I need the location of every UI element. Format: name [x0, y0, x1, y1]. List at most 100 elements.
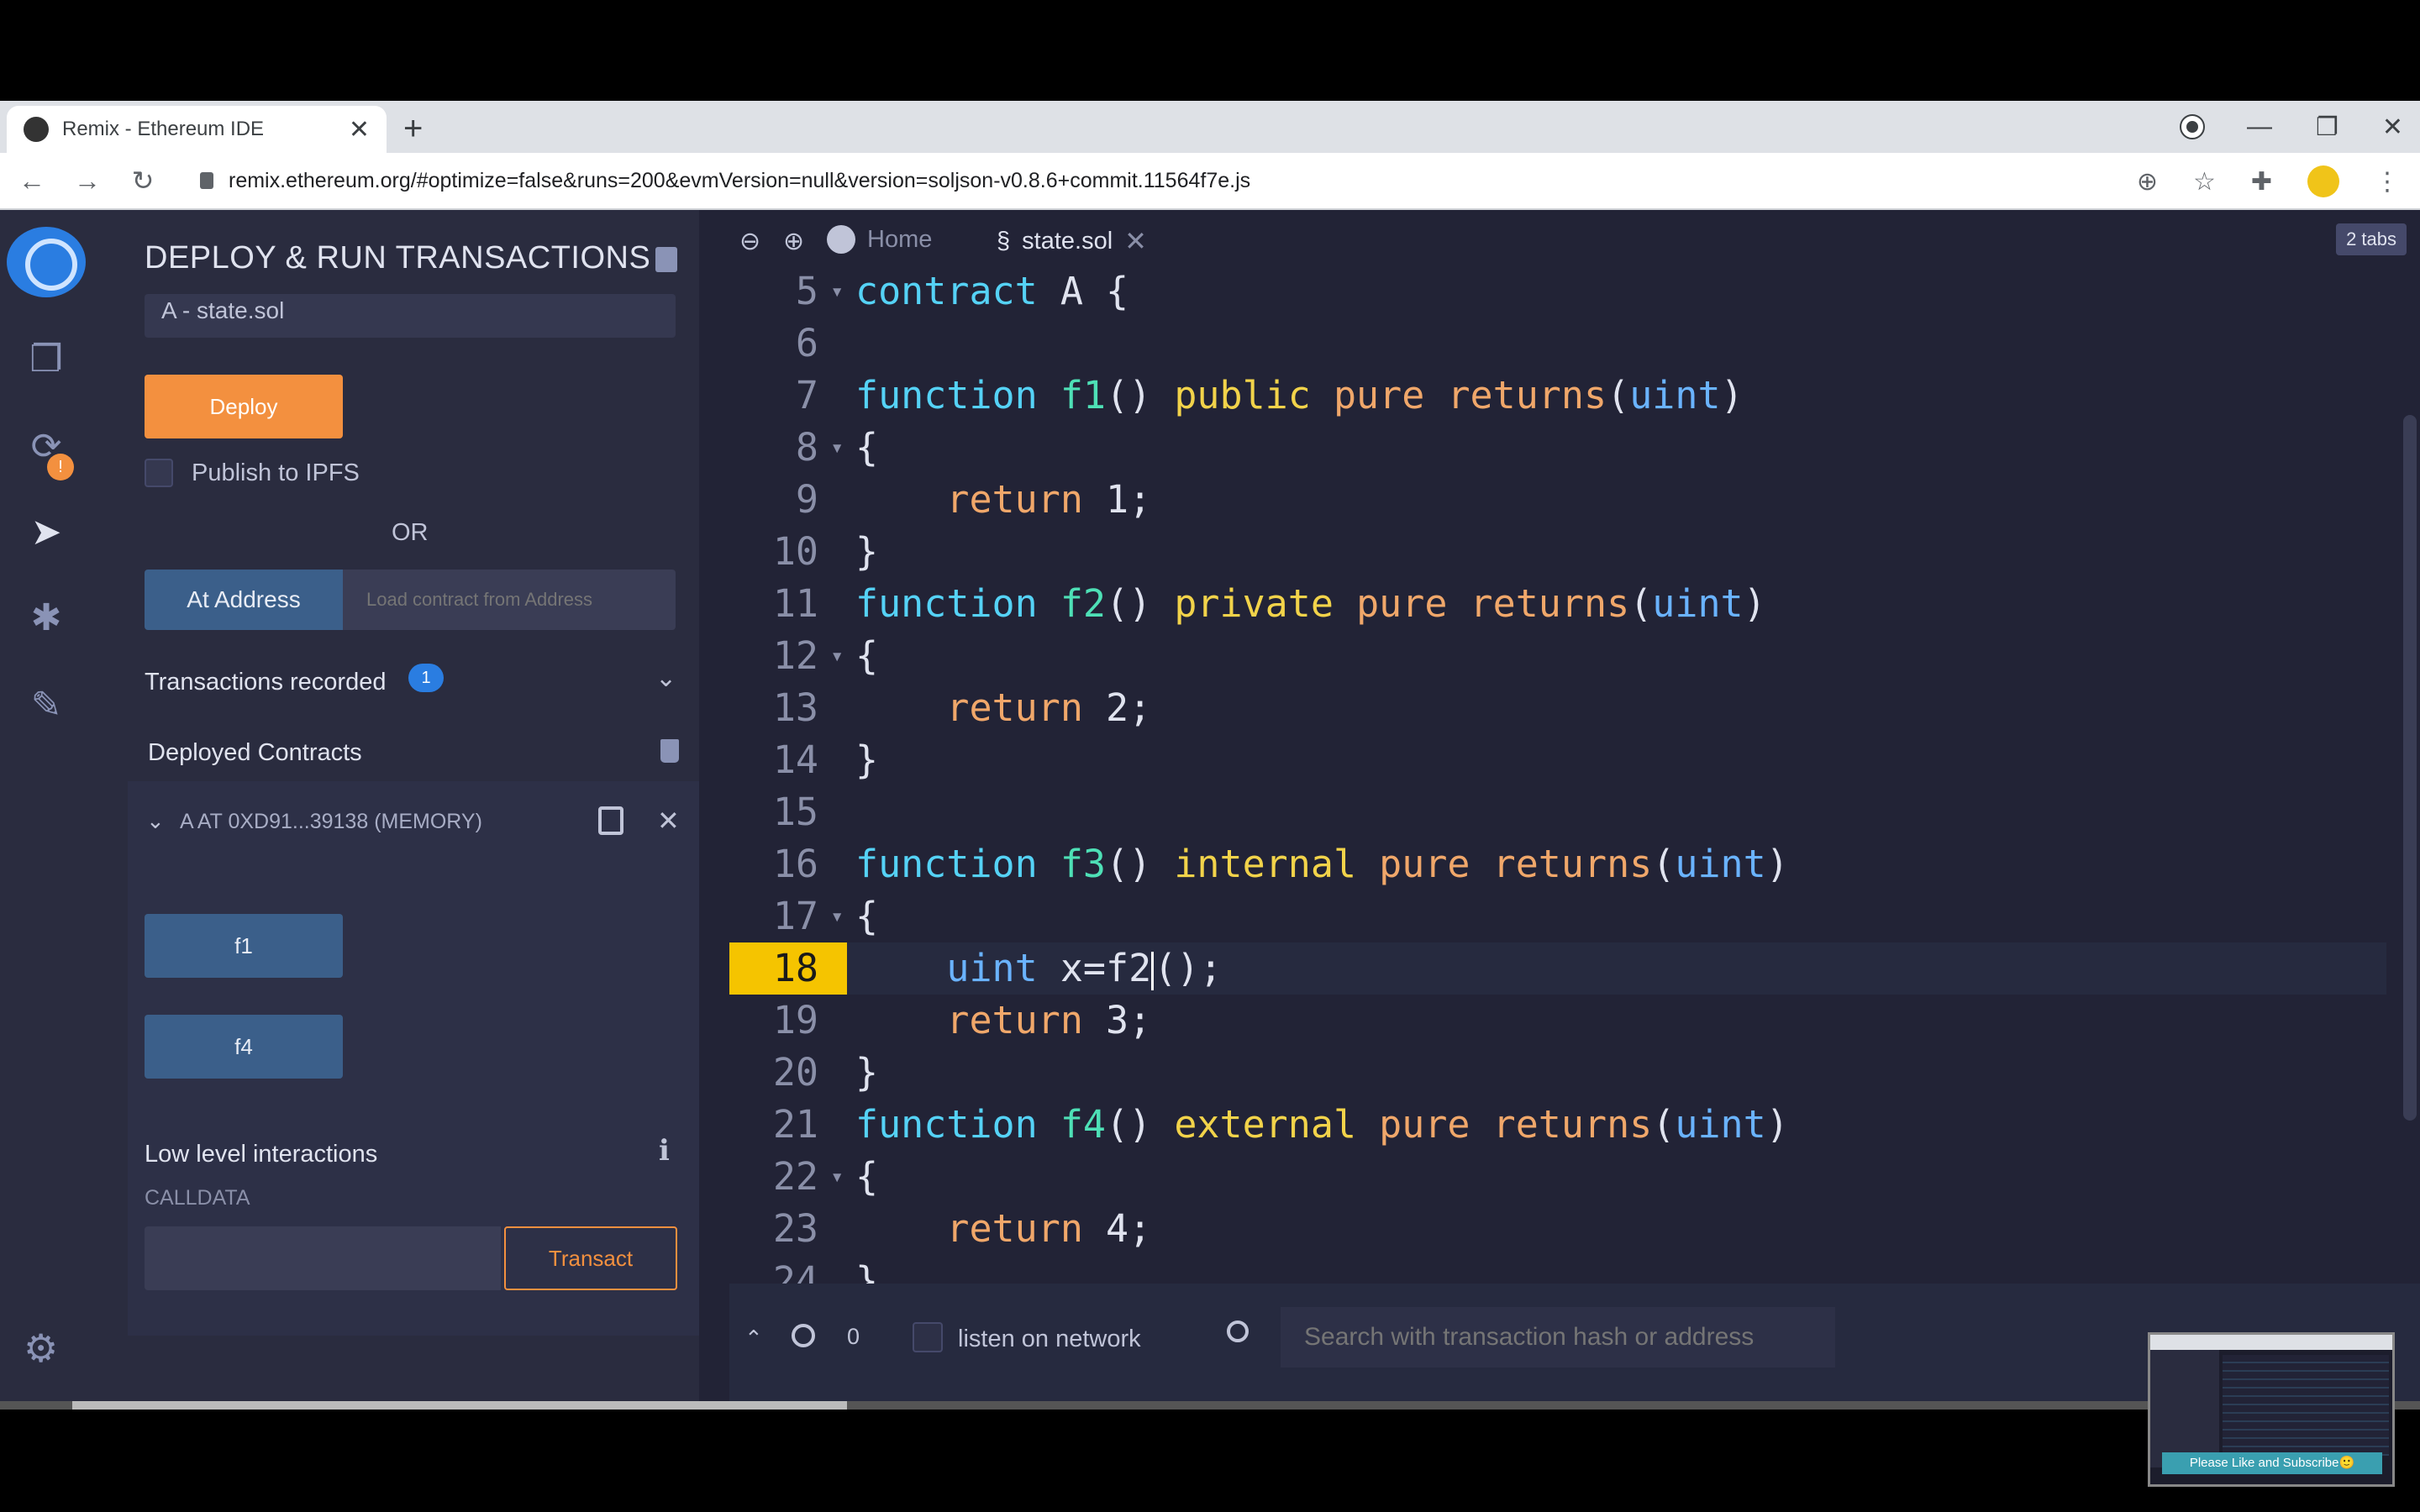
code-token: (); [1154, 946, 1223, 990]
code-line[interactable]: 19 return 3; [729, 995, 2386, 1047]
expand-terminal-icon[interactable]: ⌃ [744, 1326, 763, 1352]
info-icon[interactable]: ℹ [659, 1134, 670, 1168]
publish-ipfs-checkbox[interactable] [145, 459, 173, 487]
tab-home[interactable]: Home [827, 225, 932, 254]
code-token: ( [1607, 373, 1630, 417]
forward-icon[interactable]: → [64, 165, 111, 197]
code-line[interactable]: 17{ [729, 890, 2386, 942]
at-address-button[interactable]: At Address [145, 570, 343, 630]
thumbnail-code [2223, 1355, 2389, 1456]
code-line[interactable]: 10} [729, 526, 2386, 578]
code-editor[interactable]: 5contract A {67 function f1() public pure… [729, 274, 2420, 1284]
reload-icon[interactable]: ↻ [119, 165, 166, 197]
remix-favicon-icon [24, 117, 49, 142]
profile-indicator-icon[interactable] [2179, 114, 2205, 139]
trash-icon[interactable] [660, 739, 679, 763]
code-line[interactable]: 13 return 2; [729, 682, 2386, 734]
bookmark-star-icon[interactable]: ☆ [2193, 167, 2216, 197]
code-token: return [946, 998, 1083, 1042]
instance-address-label[interactable]: A AT 0XD91...39138 (MEMORY) [180, 810, 482, 834]
remix-logo-icon[interactable] [7, 227, 86, 297]
debugger-icon[interactable]: ✱ [24, 595, 69, 640]
transactions-recorded-label[interactable]: Transactions recorded [145, 669, 386, 696]
zoom-in-icon[interactable]: ⊕ [783, 227, 804, 256]
documentation-icon[interactable] [655, 247, 677, 272]
function-button-f1[interactable]: f1 [145, 914, 343, 978]
code-token: } [855, 738, 879, 782]
collapse-chevron-icon[interactable]: ⌄ [146, 808, 165, 834]
back-icon[interactable]: ← [8, 165, 55, 197]
chevron-down-icon[interactable]: ⌄ [655, 664, 676, 693]
or-label: OR [392, 519, 429, 546]
window-controls: — ❐ ✕ [2179, 101, 2403, 153]
line-number: 7 [795, 373, 818, 417]
video-progress-bar[interactable] [0, 1401, 2420, 1410]
file-explorer-icon[interactable]: ❐ [24, 336, 69, 381]
zoom-icon[interactable]: ⊕ [2137, 167, 2158, 197]
restore-icon[interactable]: ❐ [2316, 113, 2338, 142]
plugin-manager-icon[interactable]: ✎ [24, 682, 69, 727]
code-token: 4; [1082, 1206, 1152, 1251]
transaction-search-input[interactable] [1281, 1307, 1835, 1368]
avatar[interactable] [2307, 165, 2339, 197]
listen-network-label: listen on network [958, 1326, 1141, 1352]
editor-scrollbar[interactable] [2403, 415, 2417, 1121]
code-token: function [855, 373, 1038, 417]
remove-instance-icon[interactable]: ✕ [657, 805, 680, 837]
listen-network-checkbox[interactable] [913, 1322, 943, 1352]
settings-gear-icon[interactable]: ⚙ [24, 1326, 58, 1371]
code-line[interactable]: 21 function f4() external pure returns(ui… [729, 1099, 2386, 1151]
tab-file-label: state.sol [1022, 227, 1113, 255]
code-line[interactable]: 5contract A { [729, 274, 2386, 318]
tab-state-sol[interactable]: § state.sol ✕ [997, 225, 1147, 257]
code-text: return 4; [855, 1203, 1151, 1255]
code-line[interactable]: 7 function f1() public pure returns(uint) [729, 370, 2386, 422]
code-token: returns [1447, 373, 1607, 417]
browser-tab[interactable]: Remix - Ethereum IDE ✕ [7, 106, 387, 153]
close-file-tab-icon[interactable]: ✕ [1124, 225, 1147, 257]
deploy-run-icon[interactable]: ➤ [24, 509, 69, 554]
lock-icon [200, 172, 213, 189]
code-line[interactable]: 23 return 4; [729, 1203, 2386, 1255]
extensions-icon[interactable]: ✚ [2251, 167, 2272, 197]
minimize-icon[interactable]: — [2247, 113, 2272, 141]
close-window-icon[interactable]: ✕ [2382, 113, 2403, 142]
url-field[interactable]: remix.ethereum.org/#optimize=false&runs=… [200, 169, 1250, 193]
code-line[interactable]: 20} [729, 1047, 2386, 1099]
code-line[interactable]: 14} [729, 734, 2386, 786]
browser-menu-icon[interactable]: ⋮ [2375, 167, 2400, 197]
calldata-input[interactable] [145, 1226, 501, 1290]
code-token: contract [855, 274, 1038, 313]
code-line[interactable]: 18 uint x=f2(); [729, 942, 2386, 995]
code-line[interactable]: 15 [729, 786, 2386, 838]
line-number: 15 [772, 790, 818, 834]
code-line[interactable]: 6 [729, 318, 2386, 370]
load-contract-address-input[interactable] [343, 570, 676, 630]
video-thumbnail: Please Like and Subscribe🙂 [2148, 1332, 2395, 1487]
clear-terminal-icon[interactable] [792, 1324, 815, 1347]
new-tab-icon[interactable]: + [403, 108, 423, 150]
code-line[interactable]: 12{ [729, 630, 2386, 682]
code-token: f4 [1060, 1102, 1107, 1147]
tabs-count-dropdown[interactable]: 2 tabs [2336, 223, 2407, 255]
thumbnail-caption: Please Like and Subscribe🙂 [2162, 1452, 2382, 1474]
transact-button[interactable]: Transact [504, 1226, 677, 1290]
code-line[interactable]: 9 return 1; [729, 474, 2386, 526]
code-line[interactable]: 16 function f3() internal pure returns(ui… [729, 838, 2386, 890]
close-tab-icon[interactable]: ✕ [349, 115, 370, 144]
code-line[interactable]: 22{ [729, 1151, 2386, 1203]
code-text: function f1() public pure returns(uint) [855, 370, 1744, 422]
function-button-f4[interactable]: f4 [145, 1015, 343, 1079]
deploy-button[interactable]: Deploy [145, 375, 343, 438]
code-line[interactable]: 24} [729, 1255, 2386, 1284]
line-number: 9 [795, 477, 818, 522]
copy-icon[interactable] [598, 806, 623, 835]
code-line[interactable]: 11 function f2() private pure returns(uin… [729, 578, 2386, 630]
zoom-out-icon[interactable]: ⊖ [739, 227, 760, 256]
code-token: function [855, 1102, 1038, 1147]
code-line[interactable]: 8{ [729, 422, 2386, 474]
contract-select[interactable]: A - state.sol [145, 294, 676, 338]
code-text: } [855, 526, 878, 578]
